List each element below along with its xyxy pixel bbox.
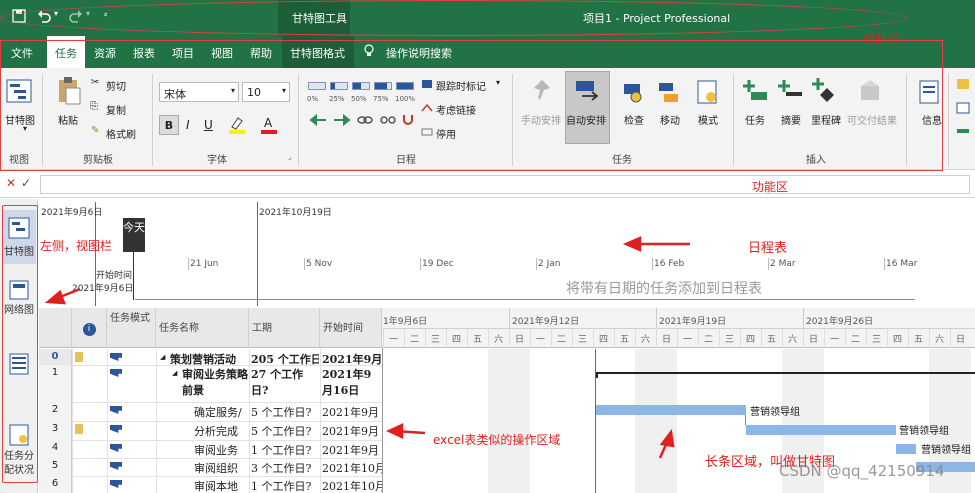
annotation-arrows xyxy=(44,236,690,459)
watermark: CSDN @qq_42150914 xyxy=(779,462,945,480)
